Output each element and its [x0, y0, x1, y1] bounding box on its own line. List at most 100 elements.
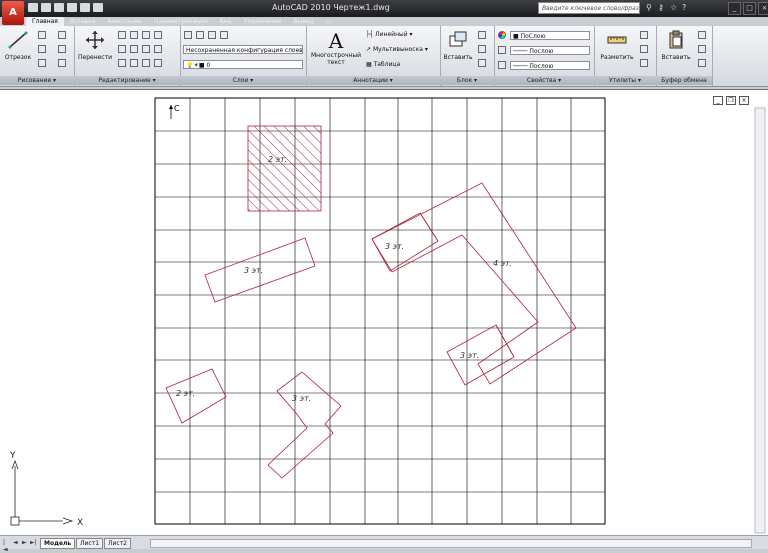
circle-icon[interactable]: [38, 45, 46, 53]
modify-panel-label[interactable]: Редактирование ▾: [74, 76, 180, 85]
layer-properties-icon[interactable]: [184, 31, 192, 39]
linetype-combo[interactable]: ──── Послою: [510, 46, 590, 55]
color-wheel-icon[interactable]: [498, 31, 506, 39]
explode-icon[interactable]: [154, 31, 162, 39]
ellipse-icon[interactable]: [58, 59, 66, 67]
viewport-close-icon[interactable]: ×: [739, 96, 749, 105]
polyline-icon[interactable]: [38, 31, 46, 39]
insert-block-button[interactable]: Вставить: [442, 30, 474, 61]
prev-tab-arrow-icon[interactable]: ◄: [13, 539, 19, 546]
table-button[interactable]: ▦ Таблица: [366, 61, 400, 68]
block-attribute-icon[interactable]: [478, 59, 486, 67]
linear-dim-button[interactable]: ├┤ Линейный ▾: [366, 31, 413, 38]
color-combo[interactable]: ■ ПоСлою: [510, 31, 590, 40]
mirror-icon[interactable]: [130, 45, 138, 53]
stretch-icon[interactable]: [118, 59, 126, 67]
building-3c[interactable]: [446, 324, 515, 386]
array-icon[interactable]: [142, 45, 150, 53]
last-tab-arrow-icon[interactable]: ►|: [30, 539, 37, 546]
tab-parametric[interactable]: Параметризация: [148, 17, 214, 26]
tab-layout2[interactable]: Лист2: [104, 538, 132, 549]
layer-off-icon[interactable]: [220, 31, 228, 39]
tab-home[interactable]: Главная: [26, 17, 64, 26]
measure-button[interactable]: Разметить: [598, 30, 636, 61]
copy-clipboard-icon[interactable]: [698, 45, 706, 53]
mtext-button[interactable]: A Многострочный текст: [310, 30, 362, 66]
tab-annotate[interactable]: Аннотации: [101, 17, 148, 26]
save-icon[interactable]: [54, 3, 64, 12]
search-input[interactable]: Введите ключевое слово/фразу: [538, 2, 640, 14]
fillet-icon[interactable]: [142, 31, 150, 39]
trim-icon[interactable]: [130, 31, 138, 39]
properties-panel-label[interactable]: Свойства ▾: [494, 76, 594, 85]
maximize-icon[interactable]: □: [743, 2, 756, 15]
select-all-icon[interactable]: [640, 45, 648, 53]
new-icon[interactable]: [28, 3, 38, 12]
viewport-restore-icon[interactable]: ❐: [726, 96, 736, 105]
move-icon: [86, 31, 104, 49]
ucs-icon: [10, 459, 74, 526]
multileader-button[interactable]: ↗ Мультивыноска ▾: [366, 46, 428, 53]
rectangle-icon[interactable]: [58, 31, 66, 39]
viewport-minimize-icon[interactable]: _: [713, 96, 723, 105]
draw-panel-label[interactable]: Рисование ▾: [0, 76, 74, 85]
undo-icon[interactable]: [67, 3, 77, 12]
building-hatched[interactable]: [247, 125, 322, 212]
vertical-scrollbar[interactable]: [754, 107, 766, 534]
application-menu-button[interactable]: A: [2, 1, 24, 25]
next-tab-arrow-icon[interactable]: ►: [22, 539, 28, 546]
north-label: С: [174, 104, 180, 113]
arc-icon[interactable]: [38, 59, 46, 67]
help-icon[interactable]: ?: [682, 3, 690, 12]
close-icon[interactable]: ×: [758, 2, 768, 15]
layer-isolate-icon[interactable]: [208, 31, 216, 39]
plot-icon[interactable]: [93, 3, 103, 12]
clipboard-panel-label[interactable]: Буфер обмена: [656, 76, 712, 85]
layer-state-combo[interactable]: Несохраненная конфигурация слоев: [183, 45, 303, 54]
viewport-controls: _ ❐ ×: [713, 96, 749, 105]
line-button[interactable]: Отрезок: [3, 30, 33, 61]
ribbon-minimize-button[interactable]: ▭: [320, 17, 338, 26]
layers-panel-label[interactable]: Слои ▾: [180, 76, 306, 85]
layer-combo[interactable]: 💡☀■ 0: [183, 60, 303, 69]
open-icon[interactable]: [41, 3, 51, 12]
minimize-icon[interactable]: _: [728, 2, 741, 15]
star-icon[interactable]: ☆: [670, 3, 678, 12]
paste-button[interactable]: Вставить: [658, 30, 694, 61]
tab-model[interactable]: Модель: [40, 538, 76, 549]
offset-icon[interactable]: [142, 59, 150, 67]
move-button[interactable]: Перенести: [77, 30, 113, 61]
layer-state-icon[interactable]: [196, 31, 204, 39]
tab-insert[interactable]: Вставка: [64, 17, 101, 26]
rotate-icon[interactable]: [118, 31, 126, 39]
tab-manage[interactable]: Управление: [238, 17, 288, 26]
binoculars-icon[interactable]: ⚲: [646, 3, 654, 12]
utilities-panel-label[interactable]: Утилиты ▾: [594, 76, 656, 85]
linetype-icon[interactable]: [498, 46, 506, 54]
tab-layout1[interactable]: Лист1: [76, 538, 104, 549]
hatch-icon[interactable]: [58, 45, 66, 53]
redo-icon[interactable]: [80, 3, 90, 12]
join-icon[interactable]: [154, 59, 162, 67]
scale-icon[interactable]: [130, 59, 138, 67]
horizontal-scrollbar[interactable]: [150, 539, 752, 548]
cut-icon[interactable]: [698, 31, 706, 39]
key-icon[interactable]: ⚷: [658, 3, 666, 12]
erase-icon[interactable]: [154, 45, 162, 53]
edit-block-icon[interactable]: [478, 45, 486, 53]
match-properties-icon[interactable]: [698, 59, 706, 67]
utilities-panel: Разметить Утилиты ▾: [594, 26, 657, 86]
block-panel-label[interactable]: Блок ▾: [440, 76, 494, 85]
lineweight-combo[interactable]: ──── Послою: [510, 61, 590, 70]
tab-view[interactable]: Вид: [214, 17, 238, 26]
first-tab-arrow-icon[interactable]: |◄: [3, 539, 9, 553]
quick-calc-icon[interactable]: [640, 31, 648, 39]
drawing-area[interactable]: С 2 эт. 3 эт. 3 эт. 4 эт. 3 эт. 2 эт. 3 …: [0, 89, 768, 536]
create-block-icon[interactable]: [478, 31, 486, 39]
annotation-panel-label[interactable]: Аннотации ▾: [306, 76, 440, 85]
copy-icon[interactable]: [118, 45, 126, 53]
lineweight-icon[interactable]: [498, 61, 506, 69]
building-2b[interactable]: [165, 368, 227, 424]
tab-output[interactable]: Вывод: [287, 17, 319, 26]
id-point-icon[interactable]: [640, 59, 648, 67]
